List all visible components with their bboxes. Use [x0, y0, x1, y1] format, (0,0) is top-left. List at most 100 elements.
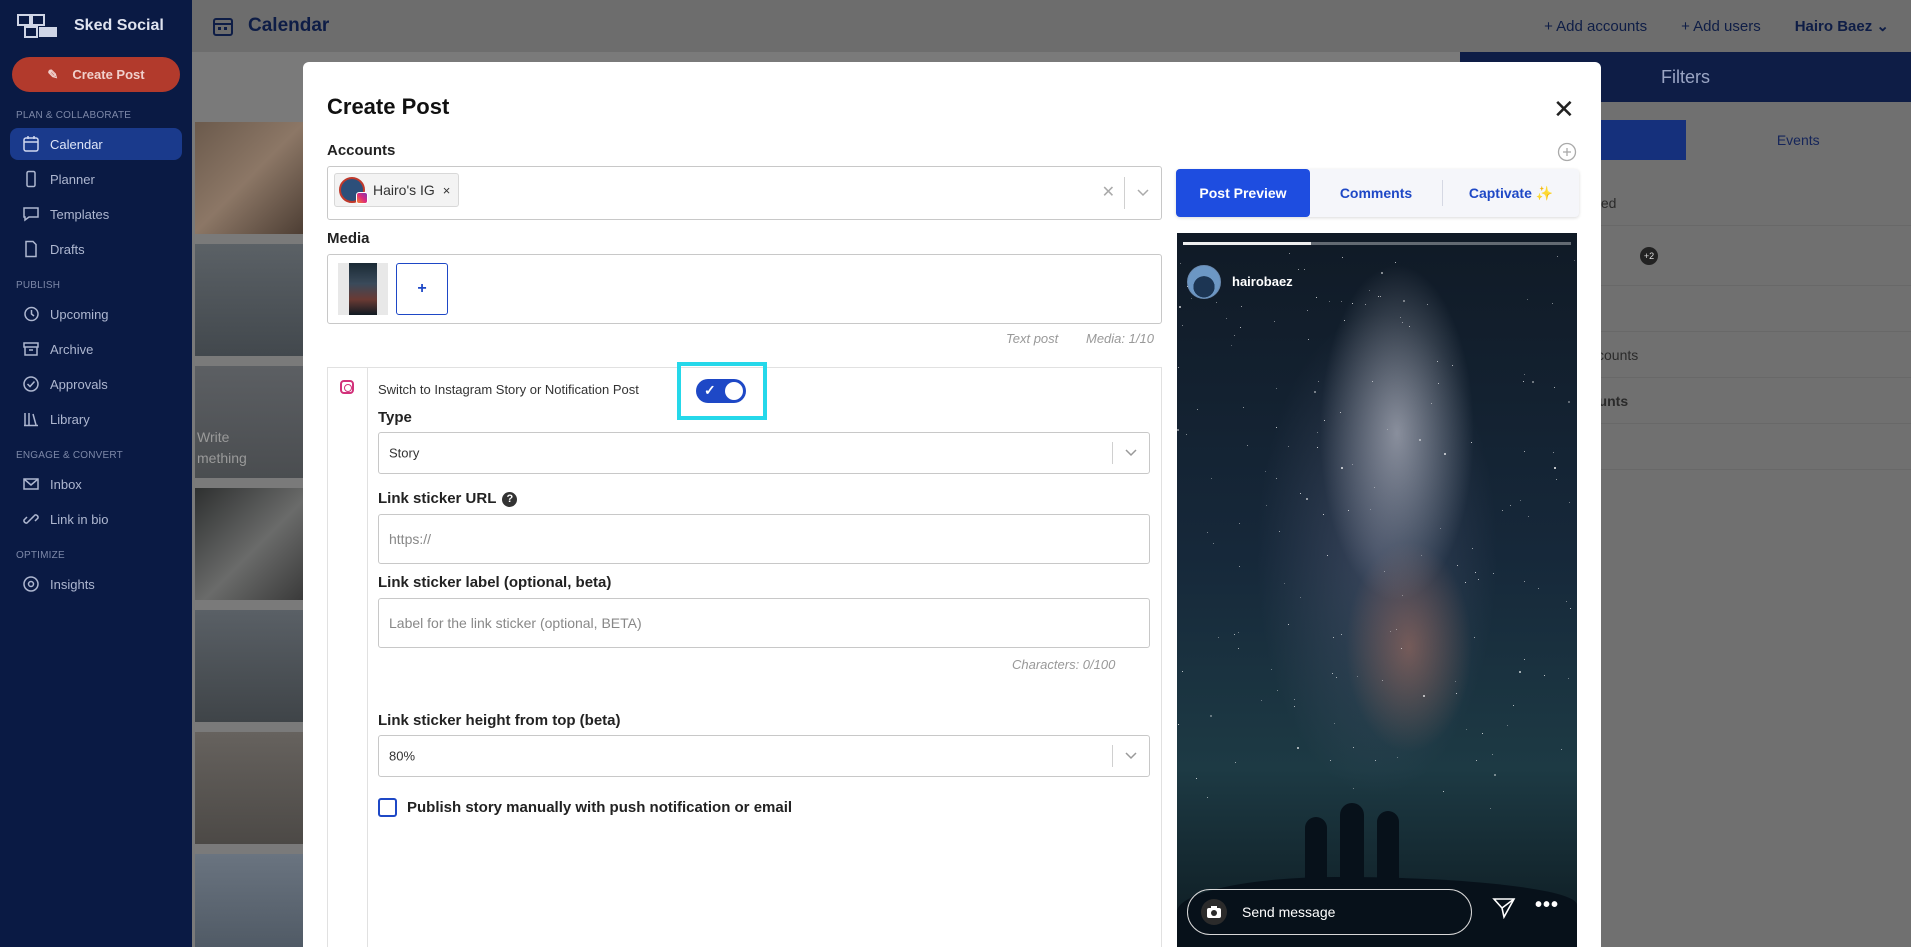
- story-toggle[interactable]: ✓: [696, 379, 746, 403]
- link-label-input[interactable]: Label for the link sticker (optional, BE…: [378, 598, 1150, 648]
- tab-events[interactable]: Events: [1686, 120, 1911, 160]
- chevron-down-icon: [1125, 752, 1137, 760]
- star: [1324, 420, 1325, 421]
- star: [1344, 320, 1345, 321]
- star: [1226, 318, 1227, 319]
- create-post-modal: Create Post ✕ Accounts Hairo's IG × ✕ Me…: [303, 62, 1601, 947]
- add-users-button[interactable]: + Add users: [1681, 18, 1761, 35]
- link-url-input[interactable]: https://: [378, 514, 1150, 564]
- star: [1341, 301, 1342, 302]
- media-thumbnail[interactable]: [338, 263, 388, 315]
- star: [1437, 361, 1438, 362]
- star: [1492, 754, 1493, 755]
- star: [1510, 505, 1511, 506]
- chevron-down-icon[interactable]: [1137, 189, 1149, 197]
- star: [1298, 269, 1299, 270]
- star: [1381, 272, 1383, 274]
- star: [1300, 597, 1301, 598]
- help-icon[interactable]: ?: [502, 491, 518, 507]
- star: [1238, 632, 1239, 633]
- star: [1513, 705, 1514, 706]
- height-select[interactable]: 80%: [378, 735, 1150, 777]
- star: [1440, 528, 1441, 529]
- sidebar-item-templates[interactable]: Templates: [10, 198, 182, 230]
- close-icon[interactable]: ✕: [1553, 94, 1575, 125]
- insights-icon: [23, 576, 39, 592]
- star: [1472, 548, 1473, 549]
- star: [1369, 290, 1370, 291]
- star: [1520, 500, 1521, 501]
- create-post-button[interactable]: ✎ Create Post: [12, 57, 180, 92]
- top-actions: + Add accounts + Add users Hairo Baez ⌄: [1544, 17, 1911, 36]
- star: [1294, 699, 1295, 700]
- tab-post-preview[interactable]: Post Preview: [1176, 169, 1310, 217]
- clear-icon[interactable]: ✕: [1102, 182, 1115, 202]
- sidebar-item-label: Approvals: [50, 376, 108, 392]
- sidebar-item-calendar[interactable]: Calendar: [10, 128, 182, 160]
- add-media-button[interactable]: +: [396, 263, 448, 315]
- post-thumbnail[interactable]: [195, 122, 303, 234]
- sidebar-item-insights[interactable]: Insights: [10, 568, 182, 600]
- remove-chip-icon[interactable]: ×: [443, 183, 451, 198]
- star: [1180, 263, 1181, 264]
- sidebar-item-upcoming[interactable]: Upcoming: [10, 298, 182, 330]
- sidebar-item-drafts[interactable]: Drafts: [10, 233, 182, 265]
- post-thumbnail[interactable]: [195, 488, 303, 600]
- sidebar-item-library[interactable]: Library: [10, 403, 182, 435]
- star: [1400, 317, 1401, 318]
- star: [1304, 269, 1305, 270]
- star: [1419, 439, 1421, 441]
- star: [1566, 601, 1567, 602]
- manual-publish-checkbox[interactable]: [378, 798, 397, 817]
- star: [1523, 381, 1524, 382]
- post-thumbnail[interactable]: [195, 854, 303, 947]
- sidebar-item-planner[interactable]: Planner: [10, 163, 182, 195]
- star: [1455, 681, 1456, 682]
- star: [1210, 715, 1212, 717]
- star: [1471, 442, 1472, 443]
- sidebar-item-link-in-bio[interactable]: Link in bio: [10, 503, 182, 535]
- tab-comments[interactable]: Comments: [1310, 169, 1442, 217]
- post-thumbnail[interactable]: Write mething: [195, 366, 303, 478]
- sidebar-item-inbox[interactable]: Inbox: [10, 468, 182, 500]
- tab-captivate[interactable]: Captivate ✨: [1443, 169, 1579, 217]
- type-select[interactable]: Story: [378, 432, 1150, 474]
- star: [1327, 555, 1328, 556]
- user-menu[interactable]: Hairo Baez ⌄: [1795, 17, 1889, 35]
- star: [1177, 429, 1179, 431]
- text-post-link[interactable]: Text post: [1006, 331, 1058, 346]
- post-thumbnail[interactable]: [195, 610, 303, 722]
- star: [1239, 566, 1240, 567]
- sidebar-item-archive[interactable]: Archive: [10, 333, 182, 365]
- story-preview: hairobaez Send message •••: [1177, 233, 1577, 947]
- more-icon[interactable]: •••: [1535, 894, 1559, 917]
- star: [1276, 388, 1277, 389]
- star: [1443, 791, 1444, 792]
- link-label-placeholder: Label for the link sticker (optional, BE…: [389, 615, 642, 631]
- calendar-icon: [213, 18, 233, 36]
- star: [1316, 297, 1317, 298]
- star: [1474, 637, 1475, 638]
- post-thumbnail[interactable]: [195, 732, 303, 844]
- star: [1427, 304, 1428, 305]
- star: [1353, 747, 1354, 748]
- star: [1561, 749, 1562, 750]
- sidebar-item-approvals[interactable]: Approvals: [10, 368, 182, 400]
- add-circle-icon[interactable]: [1557, 142, 1577, 162]
- star: [1238, 648, 1239, 649]
- add-accounts-button[interactable]: + Add accounts: [1544, 18, 1647, 35]
- send-message-bar[interactable]: Send message: [1187, 889, 1472, 935]
- star: [1401, 648, 1402, 649]
- post-thumbnail[interactable]: [195, 244, 303, 356]
- star: [1402, 595, 1403, 596]
- check-circle-icon: [23, 376, 39, 392]
- star: [1207, 532, 1208, 533]
- star: [1438, 383, 1439, 384]
- accounts-select[interactable]: Hairo's IG × ✕: [327, 166, 1162, 220]
- brand[interactable]: Sked Social: [0, 0, 192, 52]
- camera-icon[interactable]: [1200, 898, 1228, 926]
- send-icon[interactable]: [1492, 897, 1516, 919]
- sidebar-item-label: Planner: [50, 171, 95, 187]
- star: [1528, 516, 1529, 517]
- thumb-overlay-text: Write: [197, 429, 230, 445]
